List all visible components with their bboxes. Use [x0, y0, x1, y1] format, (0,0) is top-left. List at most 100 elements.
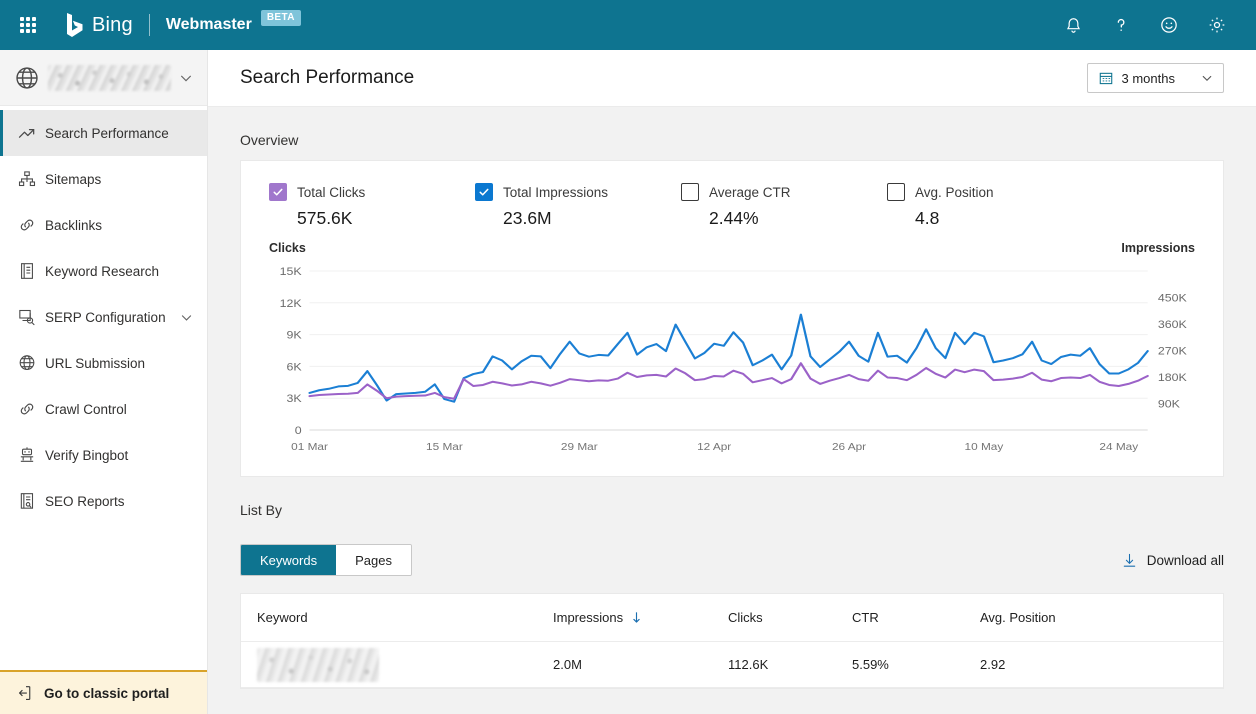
chart-right-axis-title: Impressions: [1121, 241, 1195, 255]
main-content: Search Performance 3 months Overview: [208, 50, 1256, 714]
cell-ctr: 5.59%: [852, 657, 980, 672]
bing-brand[interactable]: Bing: [66, 13, 133, 37]
globe-icon: [14, 65, 40, 91]
body-split: Search Performance Sitemaps: [0, 50, 1256, 714]
sidebar-item-search-performance[interactable]: Search Performance: [0, 110, 207, 156]
sidebar-item-serp-configuration[interactable]: SERP Configuration: [0, 294, 207, 340]
metric-avg-position: Avg. Position 4.8: [887, 183, 1093, 229]
results-table: Keyword Impressions Clicks CTR Avg. Posi…: [240, 593, 1224, 689]
sidebar-item-verify-bingbot[interactable]: Verify Bingbot: [0, 432, 207, 478]
arrow-down-icon: [630, 611, 643, 624]
check-icon: [272, 186, 284, 198]
download-all-label: Download all: [1147, 553, 1224, 568]
top-navigation-bar: Bing Webmaster BETA: [0, 0, 1256, 50]
x-axis-tick: 12 Apr: [697, 442, 731, 453]
left-axis-tick: 3K: [287, 393, 302, 405]
date-range-value: 3 months: [1122, 71, 1175, 86]
site-selector[interactable]: [0, 50, 207, 106]
chevron-down-icon[interactable]: [180, 311, 193, 324]
sidebar-item-sitemaps[interactable]: Sitemaps: [0, 156, 207, 202]
column-header-ctr[interactable]: CTR: [852, 610, 980, 625]
bell-icon[interactable]: [1062, 14, 1084, 36]
sidebar-item-label: Sitemaps: [45, 172, 101, 187]
go-to-classic-portal-button[interactable]: Go to classic portal: [0, 670, 207, 714]
metric-value: 575.6K: [297, 208, 475, 229]
x-axis-tick: 24 May: [1099, 442, 1138, 453]
chevron-down-icon: [179, 71, 193, 85]
sidebar-item-seo-reports[interactable]: SEO Reports: [0, 478, 207, 524]
serp-icon: [17, 307, 37, 327]
cell-impressions: 2.0M: [553, 657, 728, 672]
metric-label: Total Clicks: [297, 185, 365, 200]
left-axis-tick: 12K: [280, 297, 302, 309]
x-axis-tick: 29 Mar: [561, 442, 598, 453]
calendar-icon: [1098, 70, 1114, 86]
metric-value: 2.44%: [709, 208, 887, 229]
site-name-redacted: [48, 65, 171, 91]
cell-avg-position: 2.92: [980, 657, 1207, 672]
right-axis-tick: 180K: [1158, 372, 1187, 384]
right-axis-tick: 360K: [1158, 319, 1187, 331]
metric-value: 4.8: [915, 208, 1093, 229]
bing-logo-icon: [66, 13, 85, 37]
tab-pages[interactable]: Pages: [336, 545, 411, 575]
column-header-label: Impressions: [553, 610, 623, 625]
globe-icon: [17, 353, 37, 373]
sidebar-item-label: Crawl Control: [45, 402, 127, 417]
app-launcher-icon[interactable]: [14, 11, 42, 39]
report-icon: [17, 491, 37, 511]
sidebar-item-label: SERP Configuration: [45, 310, 166, 325]
trending-up-icon: [17, 123, 37, 143]
table-row[interactable]: 2.0M 112.6K 5.59% 2.92: [241, 642, 1223, 688]
topbar-icon-group: [1062, 14, 1228, 36]
list-by-pivot: Keywords Pages: [240, 544, 412, 576]
sidebar-item-label: Verify Bingbot: [45, 448, 128, 463]
classic-portal-label: Go to classic portal: [44, 686, 169, 701]
sidebar-item-label: URL Submission: [45, 356, 145, 371]
sidebar-item-label: Search Performance: [45, 126, 169, 141]
download-all-button[interactable]: Download all: [1121, 552, 1224, 569]
checkbox-total-impressions[interactable]: [475, 183, 493, 201]
right-axis-tick: 90K: [1158, 398, 1180, 410]
metric-average-ctr: Average CTR 2.44%: [681, 183, 887, 229]
tab-keywords[interactable]: Keywords: [241, 545, 336, 575]
column-header-impressions[interactable]: Impressions: [553, 610, 728, 625]
chart-canvas[interactable]: 03K6K9K12K15K90K180K270K360K450K01 Mar15…: [269, 263, 1195, 458]
sitemap-icon: [17, 169, 37, 189]
left-axis-tick: 9K: [287, 329, 302, 341]
sidebar-item-crawl-control[interactable]: Crawl Control: [0, 386, 207, 432]
bing-wordmark: Bing: [92, 14, 133, 37]
checkbox-avg-position[interactable]: [887, 183, 905, 201]
page-title: Search Performance: [240, 67, 414, 89]
column-header-keyword[interactable]: Keyword: [257, 610, 553, 625]
left-axis-tick: 15K: [280, 266, 302, 278]
x-axis-tick: 15 Mar: [426, 442, 463, 453]
date-range-selector[interactable]: 3 months: [1087, 63, 1224, 93]
overview-label: Overview: [240, 132, 1256, 148]
x-axis-tick: 01 Mar: [291, 442, 328, 453]
help-icon[interactable]: [1110, 14, 1132, 36]
sidebar-item-keyword-research[interactable]: Keyword Research: [0, 248, 207, 294]
checkbox-average-ctr[interactable]: [681, 183, 699, 201]
product-name: Webmaster: [166, 16, 252, 34]
x-axis-tick: 26 Apr: [832, 442, 866, 453]
table-header-row: Keyword Impressions Clicks CTR Avg. Posi…: [241, 594, 1223, 642]
feedback-icon[interactable]: [1158, 14, 1180, 36]
scroll-area[interactable]: Overview Total Clicks: [208, 107, 1256, 714]
left-axis-tick: 6K: [287, 361, 302, 373]
series-line: [310, 315, 1148, 402]
metric-toggle-group: Total Clicks 575.6K: [269, 183, 1195, 229]
list-by-row: Keywords Pages Download all: [240, 544, 1224, 576]
sidebar-nav-list: Search Performance Sitemaps: [0, 106, 207, 524]
metric-label: Total Impressions: [503, 185, 608, 200]
settings-icon[interactable]: [1206, 14, 1228, 36]
sidebar-item-url-submission[interactable]: URL Submission: [0, 340, 207, 386]
chevron-down-icon: [1201, 72, 1213, 84]
robot-icon: [17, 445, 37, 465]
document-icon: [17, 261, 37, 281]
column-header-avg-position[interactable]: Avg. Position: [980, 610, 1207, 625]
page-header: Search Performance 3 months: [208, 50, 1256, 107]
checkbox-total-clicks[interactable]: [269, 183, 287, 201]
column-header-clicks[interactable]: Clicks: [728, 610, 852, 625]
sidebar-item-backlinks[interactable]: Backlinks: [0, 202, 207, 248]
